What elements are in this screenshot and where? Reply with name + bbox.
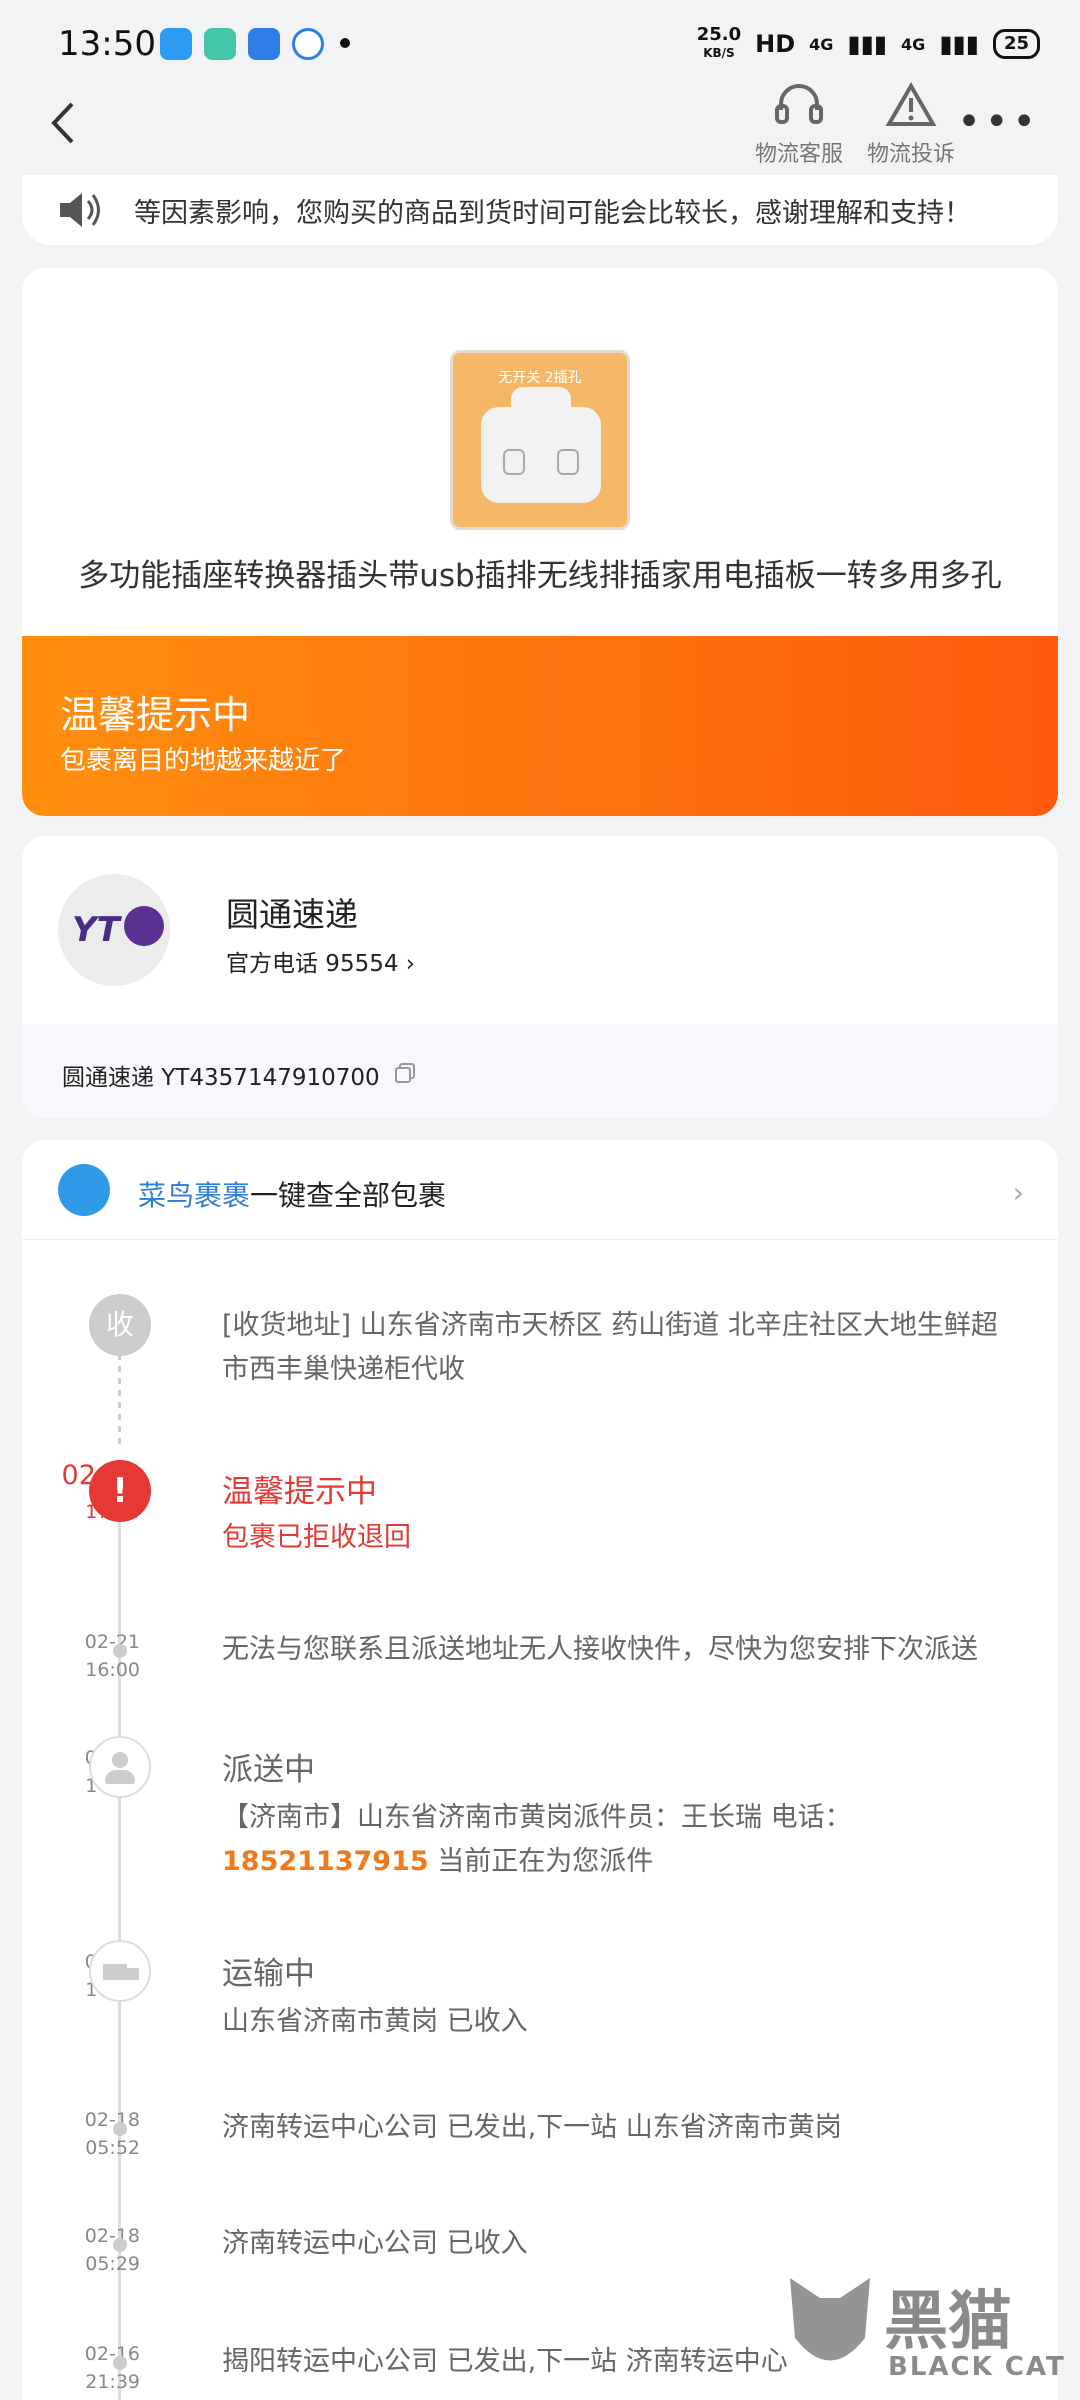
courier-logo-text: YT — [72, 910, 120, 950]
timeline-dot — [113, 2122, 127, 2136]
dingtalk-icon — [248, 28, 280, 60]
event-title: 温馨提示中 — [222, 1474, 377, 1510]
event-time: 05:29 — [85, 2253, 140, 2275]
courier-name: 圆通速递 — [226, 895, 358, 934]
event-title: 派送中 — [222, 1752, 315, 1788]
event-date: 02-18 — [84, 2109, 140, 2131]
headset-icon — [775, 84, 823, 124]
more-menu-button[interactable]: ••• — [957, 102, 1040, 142]
back-button[interactable] — [48, 98, 98, 158]
event-time: 05:52 — [85, 2137, 140, 2159]
courier-logo-mark — [124, 906, 164, 946]
notice-bar: 等因素影响，您购买的商品到货时间可能会比较长，感谢理解和支持！ — [22, 175, 1058, 245]
event-date: 02-16 — [84, 2343, 140, 2365]
courier-card: YT 圆通速递 官方电话 95554 › 圆通速递 YT435714791070… — [22, 836, 1058, 1118]
alert-icon: ! — [89, 1460, 151, 1522]
net-speed: 25.0 — [696, 24, 742, 45]
logistics-service-button[interactable]: 物流客服 — [744, 80, 854, 168]
signal-2-label: 4G — [901, 34, 926, 54]
watermark-cn: 黑猫 — [884, 2285, 1012, 2359]
signal-1-icon: ▮▮▮ — [847, 30, 888, 58]
signal-1-label: 4G — [809, 34, 834, 54]
event-text: 【济南市】山东省济南市黄岗派件员：王长瑞 电话： 18521137915 当前正在… — [222, 1802, 852, 1877]
tracking-number: 圆通速递 YT4357147910700 — [62, 1065, 380, 1091]
app-icon — [292, 28, 324, 60]
complaint-label: 物流投诉 — [866, 142, 955, 167]
net-unit: KB/S — [703, 46, 735, 60]
delivery-address: [收货地址] 山东省济南市天桥区 药山街道 北辛庄社区大地生鲜超市西丰巢快递柜代… — [222, 1310, 998, 1385]
status-bar: 13:50 25.0 KB/S HD 4G ▮▮▮ 4G ▮▮▮ 25 — [0, 0, 1080, 90]
banner-title: 温馨提示中 — [60, 693, 251, 737]
signal-2-icon: ▮▮▮ — [939, 30, 979, 58]
banner-subtitle: 包裹离目的地越来越近了 — [60, 746, 347, 776]
warning-icon — [885, 82, 937, 126]
receive-badge: 收 — [89, 1294, 151, 1356]
status-time: 13:50 — [58, 24, 156, 64]
event-text: 无法与您联系且派送地址无人接收快件，尽快为您安排下次派送 — [222, 1634, 978, 1665]
tracking-timeline-card: 菜鸟裹裹一键查全部包裹 › 收 [收货地址] 山东省济南市天桥区 药山街道 北辛… — [22, 1140, 1058, 2400]
status-right: 25.0 KB/S HD 4G ▮▮▮ 4G ▮▮▮ 25 — [697, 26, 1040, 62]
event-text: 山东省济南市黄岗 已收入 — [222, 2006, 528, 2037]
cainiao-caption: 一键查全部包裹 — [250, 1179, 447, 1212]
watermark-en: BLACK CAT — [888, 2352, 1066, 2382]
courier-phone-link[interactable]: 官方电话 95554 › — [226, 944, 415, 978]
cainiao-text: 菜鸟裹裹一键查全部包裹 — [138, 1174, 446, 1214]
logistics-complaint-button[interactable]: 物流投诉 — [856, 80, 966, 168]
timeline-dot — [113, 2238, 127, 2252]
event-time: 21:39 — [85, 2371, 140, 2393]
event-text: 济南转运中心公司 已发出,下一站 山东省济南市黄岗 — [222, 2112, 842, 2143]
chevron-left-icon — [51, 102, 74, 144]
product-image-caption: 无开关 2插孔 — [498, 370, 582, 386]
hd-indicator: HD — [755, 30, 796, 58]
event-text: 包裹已拒收退回 — [222, 1522, 411, 1553]
product-card[interactable]: 无开关 2插孔 多功能插座转换器插头带usb插排无线排插家用电插板一转多用多孔 … — [22, 268, 1058, 816]
product-image[interactable]: 无开关 2插孔 — [450, 350, 630, 530]
tracking-number-row: 圆通速递 YT4357147910700 — [22, 1024, 1058, 1118]
timeline-dot — [113, 2356, 127, 2370]
notice-text: 等因素影响，您购买的商品到货时间可能会比较长，感谢理解和支持！ — [134, 198, 971, 229]
status-banner: 温馨提示中 包裹离目的地越来越近了 — [22, 636, 1058, 816]
event-time: 16:00 — [85, 1659, 140, 1681]
cainiao-brand: 菜鸟裹裹 — [138, 1179, 251, 1212]
event-date: 02-21 — [84, 1631, 140, 1653]
more-notifications-icon — [340, 38, 350, 48]
message-icon — [204, 28, 236, 60]
cainiao-icon — [58, 1164, 110, 1216]
event-title: 运输中 — [222, 1956, 315, 1992]
courier-phone-number[interactable]: 18521137915 — [222, 1846, 429, 1877]
qq-icon — [160, 28, 192, 60]
truck-icon — [89, 1940, 151, 2002]
event-text: 济南转运中心公司 已收入 — [222, 2228, 528, 2259]
cainiao-row[interactable]: 菜鸟裹裹一键查全部包裹 › — [22, 1140, 1058, 1240]
courier-logo: YT — [58, 874, 170, 986]
socket-illustration — [481, 387, 601, 503]
courier-person-icon — [89, 1736, 151, 1798]
timeline-dot — [113, 1644, 127, 1658]
speaker-icon — [60, 193, 100, 227]
product-title: 多功能插座转换器插头带usb插排无线排插家用电插板一转多用多孔 — [78, 558, 1002, 594]
event-date: 02-18 — [84, 2225, 140, 2247]
service-label: 物流客服 — [754, 142, 843, 167]
copy-icon[interactable] — [394, 1062, 416, 1084]
battery-indicator: 25 — [992, 29, 1040, 59]
chevron-right-icon: › — [1012, 1176, 1024, 1209]
black-cat-logo-icon — [790, 2278, 870, 2361]
watermark: 黑猫 BLACK CAT — [780, 2268, 1070, 2388]
